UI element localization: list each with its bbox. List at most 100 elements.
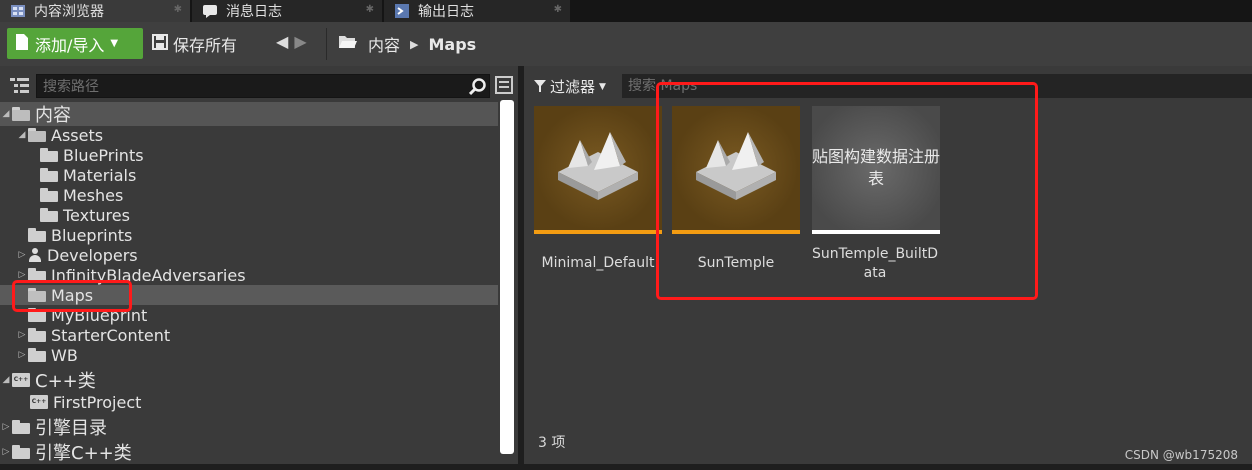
tree-item-label: C++类 — [35, 371, 96, 392]
tree-item-assets[interactable]: ◢ Assets — [0, 125, 498, 145]
back-arrow-icon[interactable]: ◀ — [276, 32, 294, 51]
folder-icon — [40, 148, 58, 162]
folder-icon — [12, 107, 30, 121]
forward-arrow-icon[interactable]: ▶ — [294, 32, 312, 51]
collapsed-triangle-icon[interactable]: ▷ — [0, 422, 12, 432]
folder-icon — [28, 128, 46, 142]
message-log-icon — [202, 3, 218, 19]
folder-icon — [40, 188, 58, 202]
tree-item-developers[interactable]: ▷ Developers — [0, 245, 498, 265]
tab-message-log[interactable]: 消息日志 ✱ — [192, 0, 382, 22]
asset-name: Minimal_Default — [541, 255, 655, 271]
folder-icon — [40, 168, 58, 182]
tree-item-blueprints[interactable]: Blueprints — [0, 225, 498, 245]
tree-item-content[interactable]: ◢ 内容 — [0, 102, 498, 126]
collapsed-triangle-icon[interactable]: ▷ — [0, 447, 12, 457]
path-search-input[interactable]: 搜索路径 — [36, 74, 490, 98]
tree-item-firstproject[interactable]: C++ FirstProject — [0, 392, 498, 412]
dropdown-caret-icon: ▼ — [110, 38, 119, 49]
tree-item-label: 内容 — [35, 105, 71, 126]
tab-label: 内容浏览器 — [34, 4, 104, 20]
user-icon — [28, 248, 42, 262]
folder-icon — [28, 348, 46, 362]
tree-item-label: 引擎C++类 — [35, 443, 132, 464]
map-thumbnail — [534, 106, 662, 234]
highlight-box-assets — [656, 82, 1038, 300]
close-icon[interactable]: ✱ — [174, 4, 182, 15]
tree-item-label: StarterContent — [51, 325, 171, 345]
folder-icon — [40, 208, 58, 222]
folder-icon — [12, 445, 30, 459]
tab-output-log[interactable]: 输出日志 ✱ — [384, 0, 570, 22]
tree-item-label: Assets — [51, 125, 104, 145]
tab-label: 输出日志 — [418, 4, 474, 20]
breadcrumb-separator-icon[interactable]: ▶ — [410, 38, 418, 51]
folder-icon — [28, 228, 46, 242]
tree-item-engine-content[interactable]: ▷ 引擎目录 — [0, 415, 498, 439]
cpp-folder-icon: C++ — [12, 373, 30, 387]
path-search-row: 搜索路径 — [0, 72, 518, 98]
open-folder-icon — [338, 34, 358, 54]
close-icon[interactable]: ✱ — [366, 4, 374, 15]
close-icon[interactable]: ✱ — [554, 4, 562, 15]
expand-triangle-icon[interactable]: ◢ — [16, 130, 28, 140]
cpp-folder-icon: C++ — [30, 395, 48, 409]
toolbar: 添加/导入 ▼ 保存所有 ◀▶ 内容 ▶ Maps — [0, 22, 1252, 66]
tree-item-textures[interactable]: Textures — [0, 205, 498, 225]
tree-scrollbar[interactable] — [500, 100, 514, 454]
save-all-button[interactable]: 保存所有 — [152, 30, 237, 58]
filter-label: 过滤器 — [550, 78, 596, 96]
tab-bar: 内容浏览器 ✱ 消息日志 ✱ 输出日志 ✱ — [0, 0, 1252, 22]
tree-item-wb[interactable]: ▷ WB — [0, 345, 498, 365]
collapsed-triangle-icon[interactable]: ▷ — [16, 250, 28, 260]
asset-tile[interactable]: Minimal_Default — [534, 106, 662, 273]
map-level-icon — [558, 132, 638, 200]
expand-triangle-icon[interactable]: ◢ — [0, 375, 12, 385]
tree-item-label: WB — [51, 345, 78, 365]
view-options-icon[interactable] — [495, 76, 513, 94]
tree-item-cpp-classes[interactable]: ◢ C++ C++类 — [0, 368, 498, 392]
dropdown-caret-icon: ▼ — [599, 81, 606, 92]
item-count: 3 项 — [538, 435, 566, 451]
tree-item-materials[interactable]: Materials — [0, 165, 498, 185]
add-import-button[interactable]: 添加/导入 ▼ — [7, 28, 143, 59]
filter-button[interactable]: 过滤器 ▼ — [534, 76, 606, 97]
tree-item-label: Developers — [47, 245, 138, 265]
tree-item-startercontent[interactable]: ▷ StarterContent — [0, 325, 498, 345]
search-icon[interactable] — [468, 78, 487, 96]
add-import-label: 添加/导入 — [35, 35, 105, 55]
tree-item-blueprints-assets[interactable]: BluePrints — [0, 145, 498, 165]
tree-item-meshes[interactable]: Meshes — [0, 185, 498, 205]
toolbar-divider — [326, 28, 327, 60]
path-search-placeholder: 搜索路径 — [43, 79, 99, 95]
folder-icon — [28, 328, 46, 342]
highlight-box-maps — [12, 280, 132, 312]
breadcrumb-root[interactable]: 内容 — [368, 32, 400, 56]
tree-toggle-icon[interactable] — [10, 76, 30, 94]
folder-icon — [12, 420, 30, 434]
tree-item-label: Meshes — [63, 185, 124, 205]
history-nav: ◀▶ — [276, 32, 313, 51]
watermark: CSDN @wb175208 — [1124, 448, 1238, 462]
breadcrumb-current[interactable]: Maps — [428, 35, 476, 54]
tree-item-label: FirstProject — [53, 392, 142, 412]
collapsed-triangle-icon[interactable]: ▷ — [16, 330, 28, 340]
tree-item-label: 引擎目录 — [35, 418, 107, 439]
filter-icon — [534, 78, 546, 96]
collapsed-triangle-icon[interactable]: ▷ — [16, 350, 28, 360]
bottom-border — [0, 464, 1252, 470]
collapsed-triangle-icon[interactable]: ▷ — [16, 270, 28, 280]
save-all-label: 保存所有 — [173, 36, 238, 55]
tab-content-browser[interactable]: 内容浏览器 ✱ — [0, 0, 190, 22]
tree-item-label: Blueprints — [51, 225, 133, 245]
tab-label: 消息日志 — [226, 4, 282, 20]
save-icon — [152, 34, 168, 54]
tree-item-label: Materials — [63, 165, 137, 185]
new-file-icon — [15, 33, 29, 55]
expand-triangle-icon[interactable]: ◢ — [0, 109, 12, 119]
tree-item-label: BluePrints — [63, 145, 144, 165]
breadcrumb: 内容 ▶ Maps — [338, 30, 476, 58]
output-log-icon — [394, 3, 410, 19]
sources-panel: 搜索路径 ◢ 内容 ◢ Assets BluePrints Materials — [0, 66, 518, 464]
tree-item-engine-cpp[interactable]: ▷ 引擎C++类 — [0, 440, 498, 464]
